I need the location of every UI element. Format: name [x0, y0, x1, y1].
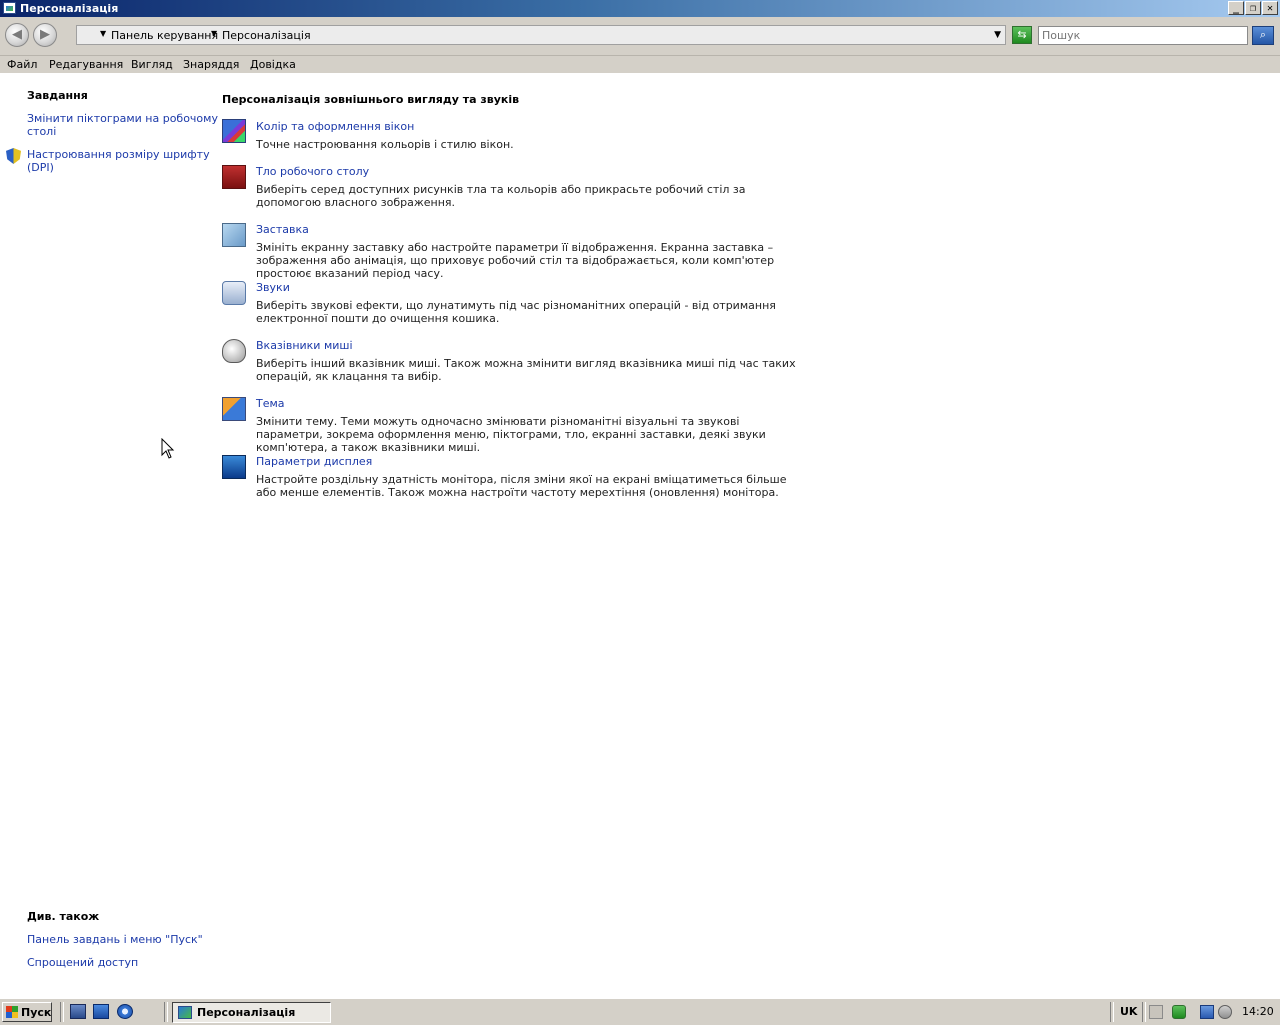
mouse-pointers-description: Виберіть інший вказівник миші. Також мож… [256, 357, 796, 383]
link-line[interactable]: столі [27, 125, 218, 138]
menu-tools[interactable]: Знаряддя [183, 58, 239, 71]
tray-separator [1142, 1002, 1146, 1022]
mouse-pointer-icon[interactable] [222, 339, 246, 363]
taskbar-separator [60, 1002, 64, 1022]
window-color-link[interactable]: Колір та оформлення вікон [256, 120, 414, 133]
uac-shield-icon [6, 148, 21, 164]
internet-explorer-icon[interactable] [117, 1004, 133, 1019]
taskbar-start-menu-link[interactable]: Панель завдань і меню "Пуск" [27, 933, 203, 946]
breadcrumb-chevron-icon[interactable]: ▼ [211, 29, 217, 38]
desktop-background-link[interactable]: Тло робочого столу [256, 165, 369, 178]
window-color-description: Точне настроювання кольорів і стилю віко… [256, 138, 514, 151]
taskbar-window-personalization[interactable]: Персоналізація [172, 1002, 331, 1023]
search-input[interactable] [1038, 26, 1248, 45]
breadcrumb-control-panel[interactable]: Панель керування [111, 29, 218, 42]
server-manager-icon[interactable] [70, 1004, 86, 1019]
window-color-icon[interactable] [222, 119, 246, 143]
back-button[interactable]: ◀ [5, 23, 29, 47]
desktop-background-icon[interactable] [222, 165, 246, 189]
desktop-background-description: Виберіть серед доступних рисунків тла та… [256, 183, 746, 209]
address-toolbar: ◀ ▶ ▼ Панель керування ▼ Персоналізація … [0, 17, 1280, 56]
sounds-link[interactable]: Звуки [256, 281, 290, 294]
display-settings-link[interactable]: Параметри дисплея [256, 455, 372, 468]
link-line[interactable]: Настроювання розміру шрифту [27, 148, 210, 161]
menu-view[interactable]: Вигляд [131, 58, 173, 71]
change-desktop-icons-link[interactable]: Змінити піктограми на робочому столі [27, 112, 218, 138]
menu-help[interactable]: Довідка [250, 58, 296, 71]
theme-icon[interactable] [222, 397, 246, 421]
personalization-app-icon [178, 1006, 192, 1019]
mouse-pointers-link[interactable]: Вказівники миші [256, 339, 353, 352]
theme-link[interactable]: Тема [256, 397, 285, 410]
clock[interactable]: 14:20 [1242, 1005, 1274, 1018]
security-shield-icon[interactable] [1172, 1005, 1186, 1019]
breadcrumb-personalization[interactable]: Персоналізація [222, 29, 311, 42]
start-button[interactable]: Пуск [2, 1002, 52, 1022]
windows-flag-icon [6, 1006, 18, 1018]
forward-button[interactable]: ▶ [33, 23, 57, 47]
language-indicator[interactable]: UK [1120, 1005, 1137, 1018]
menu-bar: Файл Редагування Вигляд Знаряддя Довідка [0, 56, 1280, 73]
page-title: Персоналізація зовнішнього вигляду та зв… [222, 93, 520, 106]
display-settings-description: Настройте роздільну здатність монітора, … [256, 473, 787, 499]
tray-separator [1110, 1002, 1114, 1022]
taskbar: Пуск Персоналізація UK 14:20 [0, 998, 1280, 1025]
start-label[interactable]: Пуск [21, 1006, 51, 1019]
see-also-heading: Див. також [27, 910, 100, 923]
breadcrumb-chevron-icon[interactable]: ▼ [100, 29, 106, 38]
keyboard-icon[interactable] [1149, 1005, 1163, 1019]
adjust-font-size-dpi-link[interactable]: Настроювання розміру шрифту (DPI) [27, 148, 210, 174]
network-icon[interactable] [1200, 1005, 1214, 1019]
window-title: Персоналізація [20, 2, 119, 15]
tasks-heading: Завдання [27, 89, 88, 102]
menu-edit[interactable]: Редагування [49, 58, 123, 71]
theme-description: Змінити тему. Теми можуть одночасно змін… [256, 415, 766, 454]
sounds-description: Виберіть звукові ефекти, що лунатимуть п… [256, 299, 776, 325]
screensaver-icon[interactable] [222, 223, 246, 247]
title-bar[interactable]: Персоналізація _ ❐ ✕ [0, 0, 1280, 17]
search-icon[interactable]: ⌕ [1252, 26, 1274, 45]
show-desktop-icon[interactable] [93, 1004, 109, 1019]
refresh-icon[interactable]: ⇆ [1012, 26, 1032, 44]
address-box[interactable]: ▼ Панель керування ▼ Персоналізація ▼ [76, 25, 1006, 45]
mouse-cursor-icon [161, 437, 175, 460]
sounds-icon[interactable] [222, 281, 246, 305]
display-settings-icon[interactable] [222, 455, 246, 479]
close-button[interactable]: ✕ [1262, 1, 1278, 15]
menu-file[interactable]: Файл [7, 58, 37, 71]
address-dropdown-icon[interactable]: ▼ [994, 30, 1001, 40]
restore-button[interactable]: ❐ [1245, 1, 1261, 15]
personalization-app-icon [3, 2, 16, 14]
taskbar-window-label[interactable]: Персоналізація [197, 1006, 295, 1019]
screensaver-link[interactable]: Заставка [256, 223, 309, 236]
volume-muted-icon[interactable] [1218, 1005, 1232, 1019]
ease-of-access-link[interactable]: Спрощений доступ [27, 956, 138, 969]
taskbar-separator [164, 1002, 168, 1022]
minimize-button[interactable]: _ [1228, 1, 1244, 15]
screensaver-description: Змініть екранну заставку або настройте п… [256, 241, 775, 280]
link-line[interactable]: (DPI) [27, 161, 210, 174]
link-line[interactable]: Змінити піктограми на робочому [27, 112, 218, 125]
